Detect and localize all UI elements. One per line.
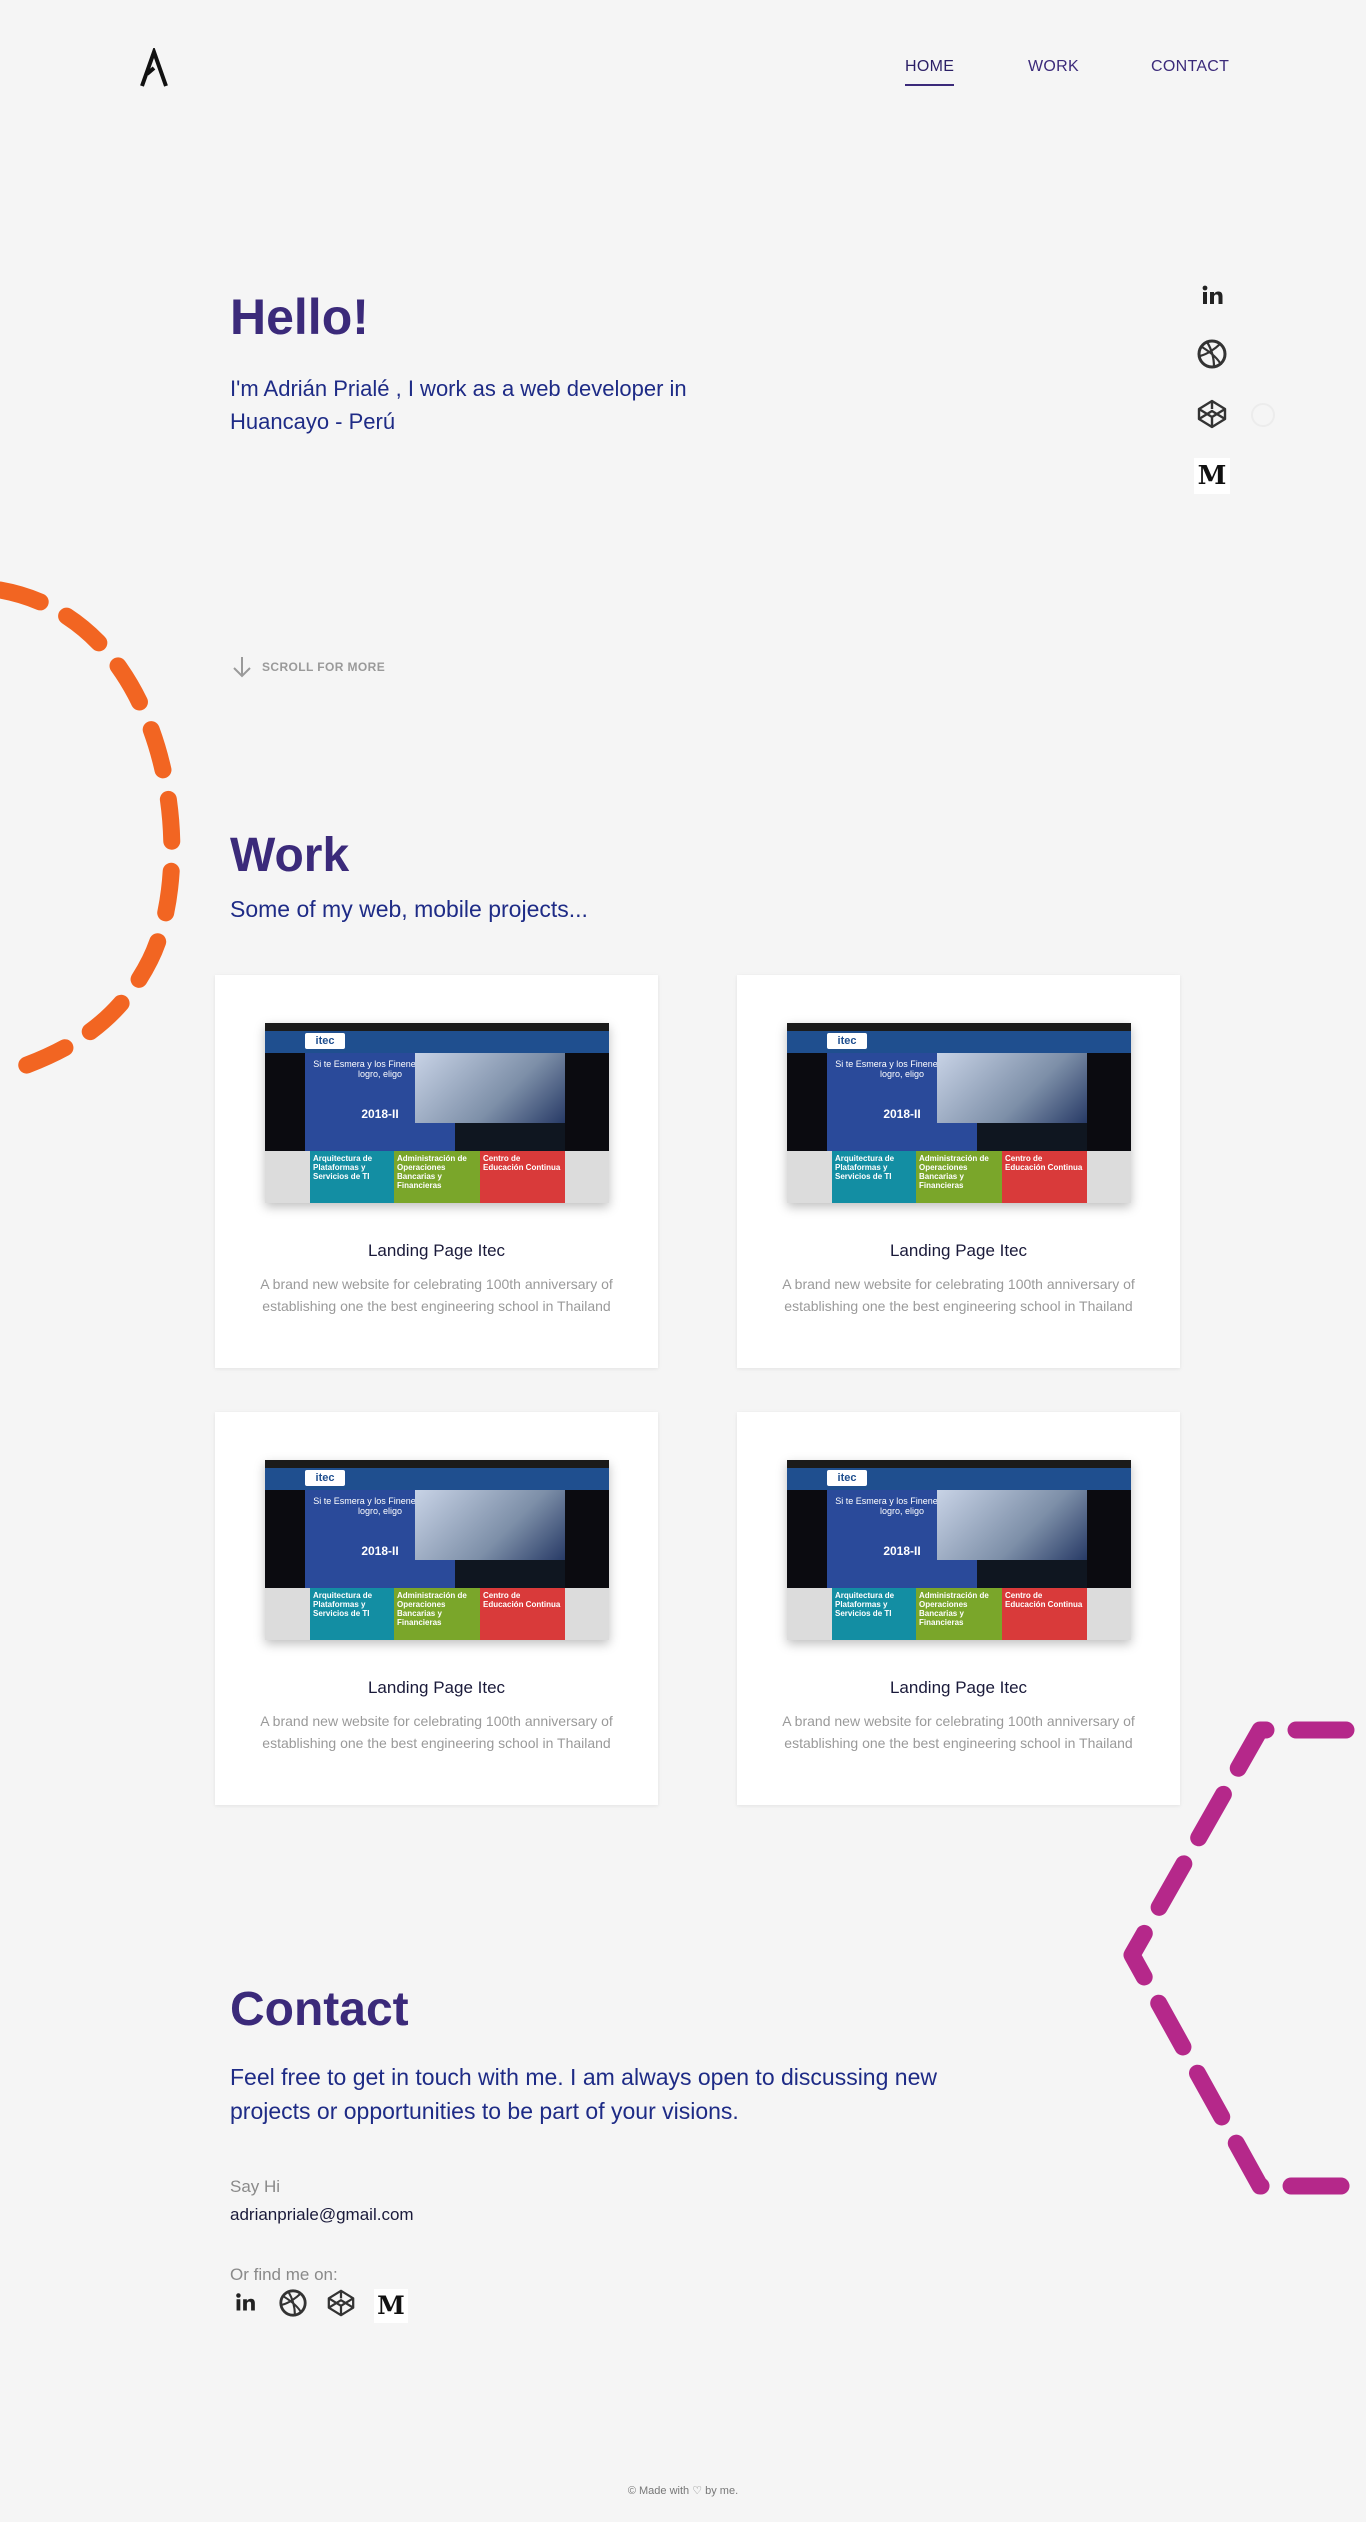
contact-text: Feel free to get in touch with me. I am … [230, 2064, 937, 2124]
project-card[interactable]: itec Si te Esmera y los Fineness en lo lo… [737, 1412, 1180, 1805]
screenshot-tile: Arquitectura de Plataformas y Servicios … [313, 1591, 373, 1618]
nav-contact-label: CONTACT [1151, 58, 1230, 75]
project-screenshot: itec Si te Esmera y los Fineness en lo lo… [265, 1460, 609, 1640]
project-card[interactable]: itec Si te Esmera y los Fineness en lo lo… [215, 975, 658, 1368]
project-title: Landing Page Itec [889, 1678, 1028, 1697]
linkedin-icon [236, 2293, 255, 2311]
contact-social-row: M [230, 2288, 408, 2323]
email-link[interactable]: adrianpriale@gmail.com [230, 2205, 414, 2225]
screenshot-brand: itec [305, 1033, 345, 1049]
codepen-link[interactable] [1196, 398, 1228, 430]
medium-link[interactable]: M [1194, 458, 1230, 494]
footer-text: © Made with ♡ by me. [627, 2485, 739, 2497]
screenshot-tile: Centro de Educación Continua [483, 1154, 561, 1172]
work-subtitle: Some of my web, mobile projects... [230, 896, 588, 922]
project-card[interactable]: itec Si te Esmera y los Fineness en lo lo… [737, 975, 1180, 1368]
circle-ring-decoration [1251, 403, 1275, 427]
contact-title: Contact [230, 1983, 409, 2036]
contact-codepen-link[interactable] [326, 2288, 356, 2323]
codepen-icon [327, 2289, 355, 2317]
project-card[interactable]: itec Si te Esmera y los Fineness en lo lo… [215, 1412, 658, 1805]
project-screenshot: itec Si te Esmera y los Fineness en lo lo… [265, 1023, 609, 1203]
project-description: A brand new website for celebrating 100t… [782, 1713, 1135, 1751]
screenshot-tile: Administración de Operaciones Bancarias … [919, 1154, 989, 1190]
project-description: A brand new website for celebrating 100t… [260, 1713, 613, 1751]
orange-dashed-circle [0, 581, 181, 1084]
project-screenshot: itec Si te Esmera y los Fineness en lo lo… [787, 1023, 1131, 1203]
project-title: Landing Page Itec [367, 1678, 506, 1697]
screenshot-tile: Centro de Educación Continua [483, 1591, 561, 1609]
project-description: A brand new website for celebrating 100t… [782, 1276, 1135, 1314]
screenshot-brand: itec [305, 1470, 345, 1486]
screenshot-tile: Arquitectura de Plataformas y Servicios … [835, 1591, 895, 1618]
hero-title: Hello! [230, 289, 369, 345]
nav-home-label: HOME [905, 58, 955, 75]
arrow-down-icon [233, 657, 251, 678]
codepen-icon [1197, 399, 1227, 429]
work-title: Work [230, 829, 350, 882]
project-title: Landing Page Itec [367, 1241, 506, 1260]
screenshot-tile: Administración de Operaciones Bancarias … [397, 1154, 467, 1190]
contact-dribbble-link[interactable] [278, 2288, 308, 2323]
scroll-hint-label: SCROLL FOR MORE [262, 660, 386, 674]
linkedin-link[interactable] [1196, 280, 1228, 312]
contact-medium-link[interactable]: M [374, 2288, 408, 2323]
screenshot-tile: Arquitectura de Plataformas y Servicios … [835, 1154, 895, 1181]
nav-contact[interactable]: CONTACT [1151, 58, 1229, 76]
nav-active-indicator [905, 84, 955, 86]
nav-work[interactable]: WORK [1028, 58, 1079, 76]
scroll-hint[interactable]: SCROLL FOR MORE [232, 656, 385, 678]
medium-icon: M [1197, 461, 1227, 491]
dribbble-icon [1197, 339, 1227, 369]
hero-intro: I'm Adrián Prialé , I work as a web deve… [230, 376, 687, 434]
dribbble-link[interactable] [1196, 338, 1228, 370]
nav-work-label: WORK [1028, 58, 1079, 75]
screenshot-brand: itec [827, 1033, 867, 1049]
screenshot-tile: Administración de Operaciones Bancarias … [397, 1591, 467, 1627]
medium-icon: M [377, 2290, 405, 2320]
nav-home[interactable]: HOME [905, 58, 955, 86]
site-logo[interactable] [138, 45, 170, 88]
screenshot-brand: itec [827, 1470, 867, 1486]
contact-linkedin-link[interactable] [230, 2288, 260, 2323]
screenshot-tile: Arquitectura de Plataformas y Servicios … [313, 1154, 373, 1181]
screenshot-tile: Centro de Educación Continua [1005, 1154, 1083, 1172]
screenshot-tile: Centro de Educación Continua [1005, 1591, 1083, 1609]
project-description: A brand new website for celebrating 100t… [260, 1276, 613, 1314]
project-title: Landing Page Itec [889, 1241, 1028, 1260]
project-screenshot: itec Si te Esmera y los Fineness en lo lo… [787, 1460, 1131, 1640]
logo-a-icon [140, 45, 168, 87]
dribbble-icon [279, 2289, 307, 2317]
say-hi-label: Say Hi [230, 2177, 281, 2196]
linkedin-icon [1202, 285, 1223, 304]
find-me-label: Or find me on: [230, 2265, 338, 2284]
screenshot-tile: Administración de Operaciones Bancarias … [919, 1591, 989, 1627]
